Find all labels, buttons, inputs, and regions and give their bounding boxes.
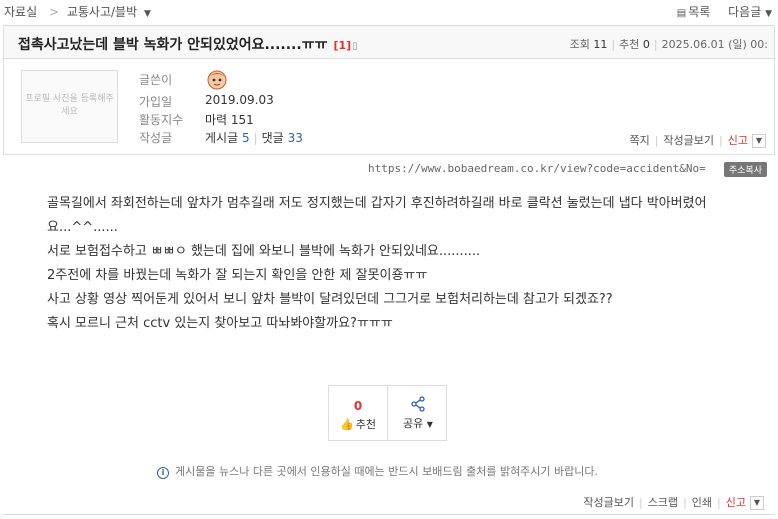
next-post-button[interactable]: 다음글 ▼	[728, 5, 772, 19]
citation-notice: i 게시물을 뉴스나 다른 곳에서 인용하실 때에는 반드시 보배드림 출처를 밝…	[157, 463, 598, 479]
chevron-down-icon[interactable]: ▼	[752, 134, 766, 148]
breadcrumb-separator: >	[48, 5, 60, 19]
note-button[interactable]: 쪽지	[629, 134, 649, 147]
report-button[interactable]: 신고	[728, 134, 748, 147]
recommend-count: 0	[642, 38, 650, 51]
avatar[interactable]	[206, 68, 228, 90]
content-line: 혹시 모르니 근처 cctv 있는지 찾아보고 따놔봐야할까요?ㅠㅠㅠ	[47, 316, 393, 331]
recommend-button[interactable]: 0 👍 추천	[329, 386, 388, 440]
mobile-icon: ▯	[352, 41, 358, 52]
post-stats: 게시글 5 | 댓글 33	[205, 131, 303, 145]
profile-photo-placeholder: 프로필 사진을 등록해주세요	[21, 70, 118, 143]
info-icon: i	[157, 467, 169, 479]
breadcrumb: 자료실 > 교통사고/블박 ▼	[4, 3, 151, 20]
view-posts-button[interactable]: 작성글보기	[583, 496, 634, 509]
post-title: 접촉사고났는데 블박 녹화가 안되있었어요.......ㅠㅠ [1]▯	[18, 37, 358, 53]
post-content: 골목길에서 좌회전하는데 앞차가 멈추길래 저도 정지했는데 갑자기 후진하려하…	[47, 192, 747, 336]
content-line: 2주전에 차를 바꿨는데 녹화가 잘 되는지 확인을 안한 제 잘못이죵ㅠㅠ	[47, 268, 428, 283]
content-line: 사고 상황 영상 찍어둔게 있어서 보니 앞차 블박이 달려있던데 그그거로 보…	[47, 292, 613, 307]
view-posts-button[interactable]: 작성글보기	[663, 134, 714, 147]
comments-count[interactable]: 33	[288, 131, 303, 145]
post-date: 2025.06.01 (일) 00:	[661, 38, 768, 51]
breadcrumb-root[interactable]: 자료실	[4, 5, 37, 19]
posts-count[interactable]: 5	[242, 131, 250, 145]
list-button[interactable]: ▤ 목록	[677, 5, 711, 19]
list-icon: ▤	[676, 8, 687, 19]
post-title-bar: 접촉사고났는데 블박 녹화가 안되있었어요.......ㅠㅠ [1]▯ 조회 11…	[3, 25, 775, 59]
activity-score: 마력 151	[205, 113, 254, 127]
caret-down-icon: ▼	[426, 420, 433, 429]
top-nav: ▤ 목록 다음글 ▼	[677, 3, 772, 20]
breadcrumb-board[interactable]: 교통사고/블박	[67, 5, 137, 19]
scrap-button[interactable]: 스크랩	[648, 496, 678, 509]
joined-date: 2019.09.03	[205, 93, 274, 107]
chevron-down-icon[interactable]: ▼	[750, 496, 764, 510]
caret-down-icon: ▼	[765, 9, 772, 19]
thumbs-up-icon: 👍	[340, 418, 354, 431]
view-count: 11	[593, 38, 608, 51]
posts-label: 작성글	[139, 131, 173, 145]
share-icon	[411, 396, 425, 412]
print-button[interactable]: 인쇄	[692, 496, 712, 509]
divider	[3, 514, 775, 515]
copy-address-button[interactable]: 주소복사	[723, 162, 767, 177]
post-url: https://www.bobaedream.co.kr/view?code=a…	[368, 162, 706, 175]
joined-label: 가입일	[139, 95, 173, 109]
author-label: 글쓴이	[139, 73, 173, 87]
recommend-count: 0	[353, 399, 363, 413]
profile-actions: 쪽지 | 작성글보기 | 신고 ▼	[629, 132, 766, 148]
vote-share-box: 0 👍 추천 공유 ▼	[328, 385, 447, 441]
post-meta: 조회 11 | 추천 0 | 2025.06.01 (일) 00:	[569, 38, 768, 51]
content-line: 서로 보험접수하고 ㅃㅃㅇ 했는데 집에 와보니 블박에 녹화가 안되있네요..…	[47, 244, 481, 259]
bottom-actions: 작성글보기 | 스크랩 | 인쇄 | 신고 ▼	[583, 494, 764, 510]
comment-count[interactable]: [1]	[333, 39, 351, 52]
caret-down-icon[interactable]: ▼	[144, 9, 151, 19]
content-line: 골목길에서 좌회전하는데 앞차가 멈추길래 저도 정지했는데 갑자기 후진하려하…	[47, 196, 707, 235]
report-button[interactable]: 신고	[726, 496, 746, 509]
share-button[interactable]: 공유 ▼	[389, 386, 447, 440]
activity-label: 활동지수	[139, 113, 184, 127]
author-profile: 프로필 사진을 등록해주세요 글쓴이 가입일 2019.09.03 활동지수 마…	[3, 59, 775, 155]
